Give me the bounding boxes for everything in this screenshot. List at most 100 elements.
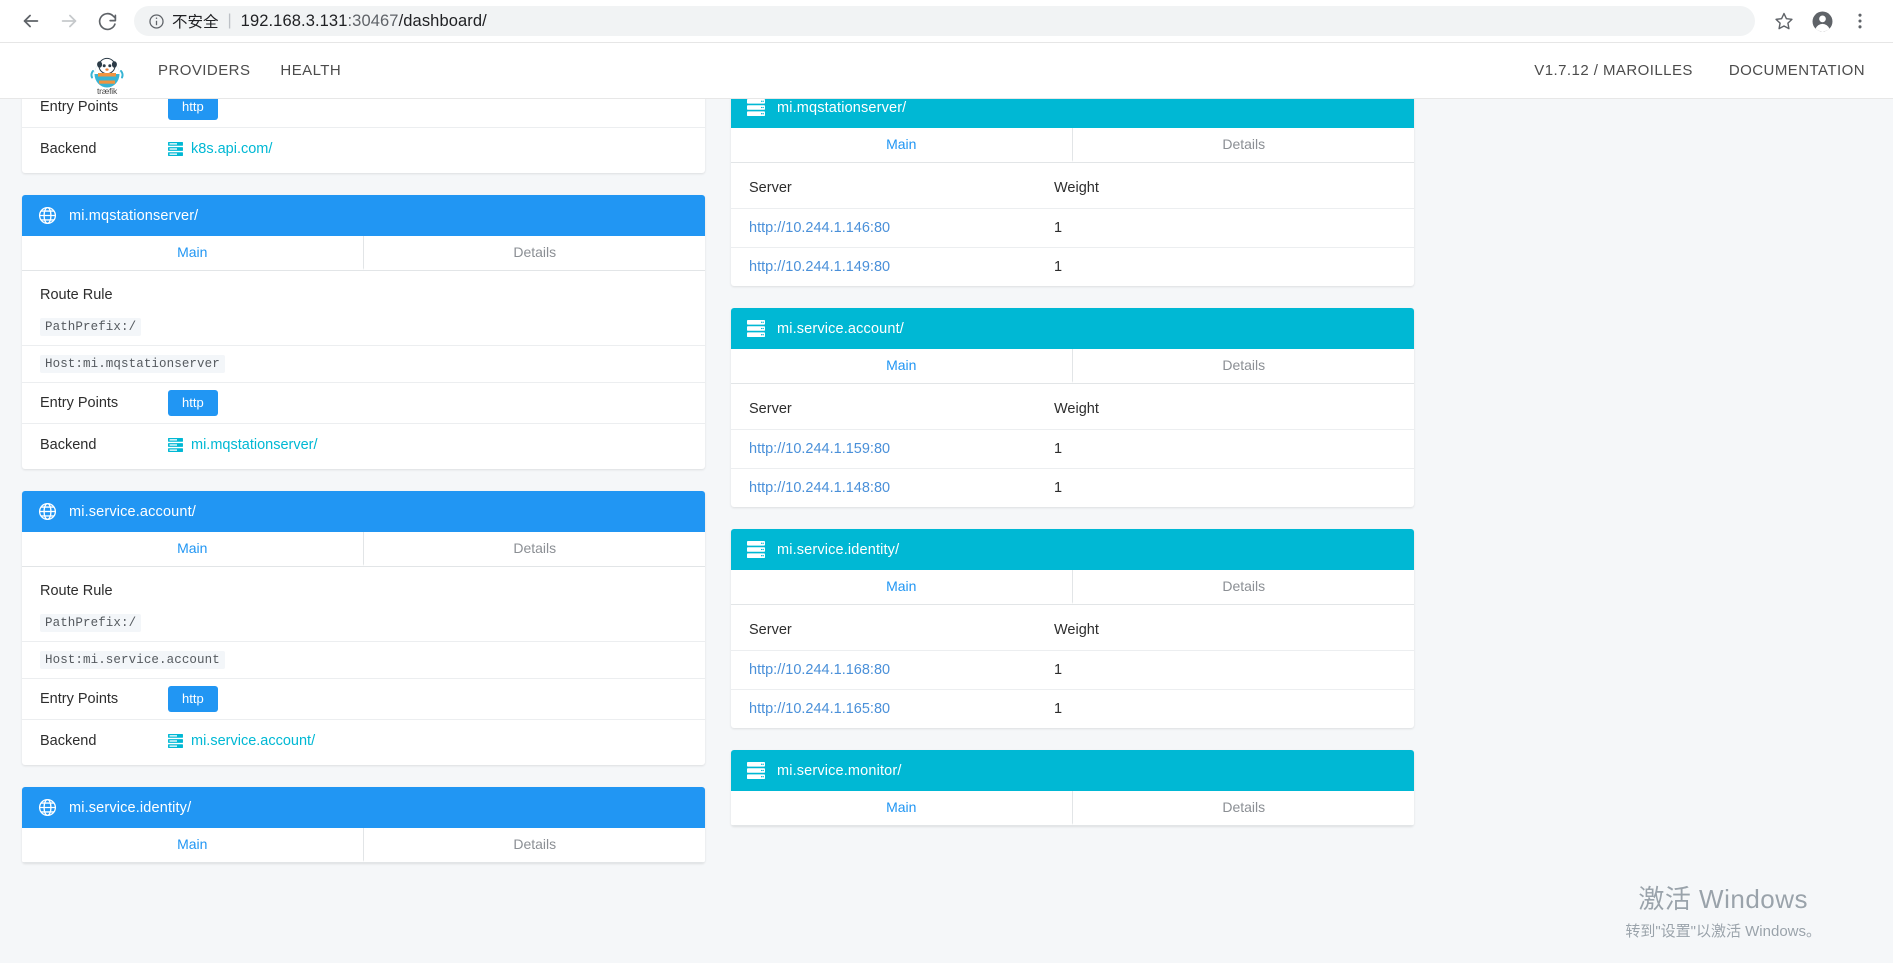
navbar-links: PROVIDERS HEALTH xyxy=(158,62,341,79)
server-url-link[interactable]: http://10.244.1.148:80 xyxy=(749,480,890,496)
tab-details[interactable]: Details xyxy=(1072,570,1414,604)
url-port: :30467 xyxy=(347,11,399,30)
backend-row: Backend mi.service.account/ xyxy=(22,720,705,761)
tab-details[interactable]: Details xyxy=(1072,791,1414,825)
tab-main[interactable]: Main xyxy=(731,349,1073,383)
weight-cell: 1 xyxy=(1054,480,1063,496)
tab-main[interactable]: Main xyxy=(22,236,364,270)
frontends-column: Entry Points http Backend k8s.api.com/ m… xyxy=(22,99,705,963)
globe-icon xyxy=(38,798,57,817)
server-url-link[interactable]: http://10.244.1.149:80 xyxy=(749,259,890,275)
frontend-card-body: Entry Points http Backend k8s.api.com/ xyxy=(22,99,705,173)
entry-points-row: Entry Points http xyxy=(22,679,705,720)
backend-link-label: mi.service.account/ xyxy=(191,732,316,749)
tab-main[interactable]: Main xyxy=(22,828,364,862)
tab-main[interactable]: Main xyxy=(22,532,364,566)
tab-details[interactable]: Details xyxy=(363,236,705,270)
entry-points-row: Entry Points http xyxy=(22,383,705,424)
backend-card-header: mi.service.identity/ xyxy=(731,529,1414,570)
server-cell: http://10.244.1.165:80 xyxy=(731,690,1054,729)
traefik-logo[interactable]: træfik xyxy=(84,49,130,96)
server-url-link[interactable]: http://10.244.1.159:80 xyxy=(749,441,890,457)
frontend-card-mqstationserver: mi.mqstationserver/ Main Details Route R… xyxy=(22,195,705,469)
tab-main[interactable]: Main xyxy=(731,791,1073,825)
address-bar[interactable]: 不安全 | 192.168.3.131:30467/dashboard/ xyxy=(134,6,1755,36)
route-rule-row: Host:mi.mqstationserver xyxy=(22,346,705,383)
backend-card-service-identity: mi.service.identity/ Main Details Server… xyxy=(731,529,1414,728)
entry-points-row: Entry Points http xyxy=(22,99,705,128)
tab-main[interactable]: Main xyxy=(731,570,1073,604)
table-header-row: Server Weight xyxy=(731,163,1414,209)
backend-card-service-account: mi.service.account/ Main Details Server … xyxy=(731,308,1414,507)
omnibox-separator: | xyxy=(227,12,232,29)
profile-avatar-icon[interactable] xyxy=(1805,4,1839,38)
backend-label: Backend xyxy=(40,436,97,453)
server-url-link[interactable]: http://10.244.1.168:80 xyxy=(749,662,890,678)
backend-title: mi.service.identity/ xyxy=(777,541,900,558)
backend-link[interactable]: mi.service.account/ xyxy=(168,733,315,749)
backend-card-header: mi.service.monitor/ xyxy=(731,750,1414,791)
backend-link-label: mi.mqstationserver/ xyxy=(191,436,318,453)
entry-points-label: Entry Points xyxy=(40,395,119,411)
reload-icon[interactable] xyxy=(90,4,124,38)
frontend-card-header: mi.service.account/ xyxy=(22,491,705,532)
nav-link-documentation[interactable]: DOCUMENTATION xyxy=(1729,62,1865,79)
servers-table: Server Weight http://10.244.1.146:80 1 h… xyxy=(731,163,1414,286)
back-arrow-icon[interactable] xyxy=(14,4,48,38)
server-rack-icon xyxy=(168,733,183,748)
table-header-row: Server Weight xyxy=(731,384,1414,430)
card-tabs: Main Details xyxy=(22,532,705,567)
weight-cell: 1 xyxy=(1054,701,1063,717)
table-row: http://10.244.1.149:80 1 xyxy=(731,248,1414,287)
backend-link[interactable]: mi.mqstationserver/ xyxy=(168,437,318,453)
nav-link-providers[interactable]: PROVIDERS xyxy=(158,62,250,79)
servers-table: Server Weight http://10.244.1.159:80 1 h… xyxy=(731,384,1414,507)
backends-column: mi.mqstationserver/ Main Details Server … xyxy=(731,99,1414,963)
entry-point-chip[interactable]: http xyxy=(168,99,218,121)
weight-cell: 1 xyxy=(1054,650,1414,690)
server-cell: http://10.244.1.146:80 xyxy=(731,208,1054,248)
nav-version-label[interactable]: V1.7.12 / MAROILLES xyxy=(1534,62,1693,79)
weight-column-header: Weight xyxy=(1054,384,1414,430)
route-rule-code: Host:mi.mqstationserver xyxy=(40,355,225,373)
frontend-card-service-account: mi.service.account/ Main Details Route R… xyxy=(22,491,705,765)
server-url-link[interactable]: http://10.244.1.165:80 xyxy=(749,701,890,717)
route-rule-label: Route Rule xyxy=(40,583,113,599)
entry-point-chip[interactable]: http xyxy=(168,685,218,713)
bookmark-star-icon[interactable] xyxy=(1767,4,1801,38)
table-row: http://10.244.1.159:80 1 xyxy=(731,429,1414,469)
frontend-card-body: Route Rule PathPrefix:/ Host:mi.mqstatio… xyxy=(22,271,705,469)
tab-details[interactable]: Details xyxy=(363,828,705,862)
table-row: http://10.244.1.148:80 1 xyxy=(731,469,1414,508)
forward-arrow-icon[interactable] xyxy=(52,4,86,38)
tab-details[interactable]: Details xyxy=(1072,349,1414,383)
tab-main[interactable]: Main xyxy=(731,128,1073,162)
nav-link-health[interactable]: HEALTH xyxy=(280,62,341,79)
frontend-title: mi.service.account/ xyxy=(69,503,196,520)
backend-row: Backend mi.mqstationserver/ xyxy=(22,424,705,465)
weight-column-header: Weight xyxy=(1054,605,1414,651)
three-dot-menu-icon[interactable] xyxy=(1843,4,1877,38)
backend-card-mqstationserver: mi.mqstationserver/ Main Details Server … xyxy=(731,99,1414,286)
entry-point-chip[interactable]: http xyxy=(168,389,218,417)
info-circle-icon[interactable] xyxy=(148,13,165,30)
server-cell: http://10.244.1.159:80 xyxy=(731,429,1054,469)
tab-details[interactable]: Details xyxy=(1072,128,1414,162)
table-header-row: Server Weight xyxy=(731,605,1414,651)
route-rule-label: Route Rule xyxy=(40,287,113,303)
card-tabs: Main Details xyxy=(731,791,1414,826)
tab-details[interactable]: Details xyxy=(363,532,705,566)
server-cell: http://10.244.1.148:80 xyxy=(731,469,1054,508)
backend-label: Backend xyxy=(40,140,97,157)
route-rule-code: Host:mi.service.account xyxy=(40,651,225,669)
route-rule-row: PathPrefix:/ xyxy=(22,605,705,642)
route-rule-code: PathPrefix:/ xyxy=(40,318,142,336)
card-tabs: Main Details xyxy=(22,236,705,271)
server-rack-icon xyxy=(168,437,183,452)
backend-link[interactable]: k8s.api.com/ xyxy=(168,141,272,157)
route-rule-row: PathPrefix:/ xyxy=(22,309,705,346)
weight-cell: 1 xyxy=(1054,259,1063,275)
card-tabs: Main Details xyxy=(731,128,1414,163)
server-url-link[interactable]: http://10.244.1.146:80 xyxy=(749,220,890,236)
server-rack-icon xyxy=(747,99,765,116)
